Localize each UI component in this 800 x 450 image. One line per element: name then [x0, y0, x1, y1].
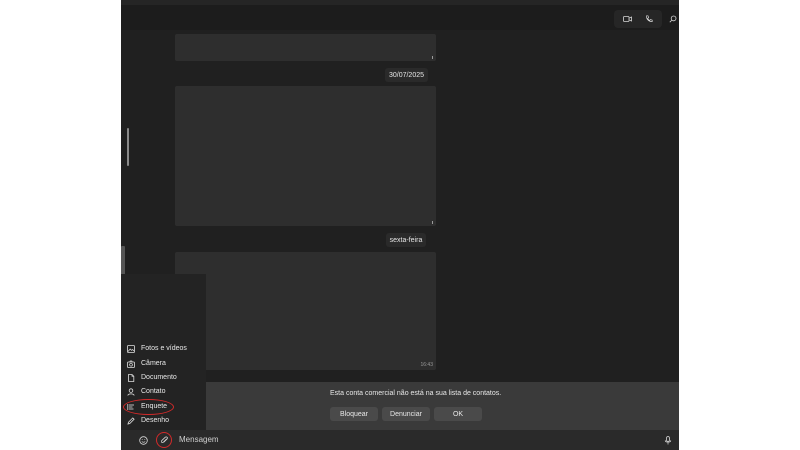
- menu-item-photos-videos[interactable]: Fotos e vídeos: [127, 342, 187, 355]
- message-input[interactable]: Mensagem: [179, 435, 219, 444]
- menu-item-label: Câmera: [141, 360, 166, 367]
- message-time: 16:43: [420, 362, 433, 368]
- poll-highlight-annotation: [123, 399, 174, 415]
- microphone-icon: [664, 435, 672, 444]
- drawing-icon: [127, 416, 135, 425]
- search-button[interactable]: [662, 10, 679, 28]
- search-icon: [669, 15, 677, 23]
- call-buttons-group: [614, 10, 662, 28]
- scrollbar-thumb[interactable]: [121, 246, 125, 276]
- menu-item-drawing[interactable]: Desenho: [127, 414, 169, 427]
- chat-window: 30/07/2025 sexta-feira 16:43 Fotos e víd…: [121, 0, 679, 450]
- camera-icon: [127, 360, 135, 368]
- ok-button[interactable]: OK: [434, 407, 482, 421]
- message-bubble[interactable]: [175, 34, 436, 61]
- menu-item-label: Contato: [141, 388, 166, 395]
- contact-icon: [127, 387, 135, 396]
- menu-item-label: Fotos e vídeos: [141, 345, 187, 352]
- unknown-contact-banner: Esta conta comercial não está na sua lis…: [206, 382, 679, 430]
- message-composer: Mensagem: [121, 430, 679, 450]
- video-call-icon: [622, 16, 632, 22]
- message-status-icon: [432, 56, 433, 59]
- menu-item-document[interactable]: Documento: [127, 371, 177, 384]
- date-chip: 30/07/2025: [385, 68, 428, 82]
- chat-header-actions: [614, 10, 679, 28]
- banner-message: Esta conta comercial não está na sua lis…: [330, 390, 502, 397]
- title-bar: [121, 0, 679, 5]
- message-bubble[interactable]: 16:43: [175, 252, 436, 370]
- document-icon: [128, 373, 135, 382]
- date-chip: sexta-feira: [386, 233, 426, 247]
- message-bubble[interactable]: [175, 86, 436, 226]
- menu-item-label: Documento: [141, 374, 177, 381]
- voice-message-button[interactable]: [661, 433, 675, 447]
- image-icon: [127, 344, 135, 353]
- block-button[interactable]: Bloquear: [330, 407, 378, 421]
- video-call-button[interactable]: [616, 10, 638, 28]
- emoji-icon: [138, 435, 148, 445]
- voice-call-icon: [646, 15, 653, 22]
- attach-highlight-annotation: [156, 432, 172, 448]
- scroll-indicator[interactable]: [127, 128, 129, 166]
- voice-call-button[interactable]: [638, 10, 660, 28]
- menu-item-contact[interactable]: Contato: [127, 385, 166, 398]
- emoji-button[interactable]: [136, 433, 150, 447]
- report-button[interactable]: Denunciar: [382, 407, 430, 421]
- attach-menu: Fotos e vídeos Câmera Documento Contato: [121, 274, 206, 430]
- menu-item-camera[interactable]: Câmera: [127, 357, 166, 370]
- menu-item-label: Desenho: [141, 417, 170, 424]
- message-status-icon: [432, 221, 433, 224]
